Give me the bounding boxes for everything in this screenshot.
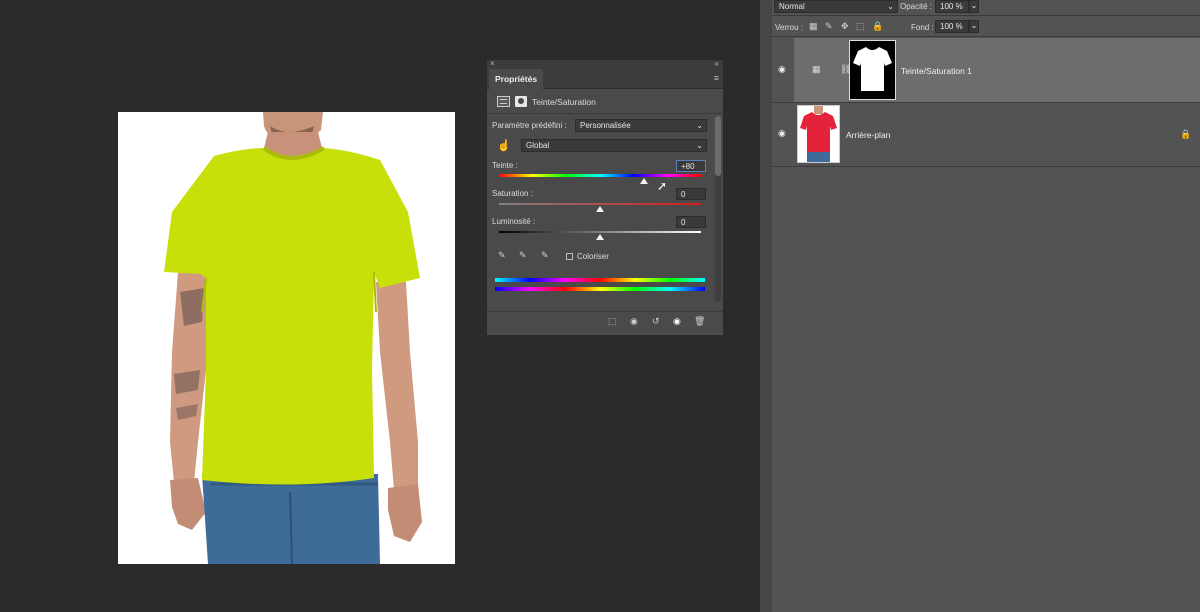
visibility-eye-icon[interactable]: ◉: [778, 64, 786, 75]
blend-mode-dropdown[interactable]: Normal ⌄: [774, 0, 898, 13]
colorize-label: Coloriser: [577, 252, 610, 261]
properties-panel: × « Propriétés ≡ Teinte/Saturation Param…: [486, 59, 724, 336]
preset-label: Paramètre prédéfini :: [492, 121, 567, 130]
adjustment-icon[interactable]: [497, 96, 510, 107]
visibility-eye-icon[interactable]: ◉: [778, 128, 786, 139]
layer-mask-thumbnail[interactable]: [849, 40, 896, 100]
blend-mode-value: Normal: [779, 2, 805, 11]
fill-label: Fond :: [911, 23, 934, 32]
saturation-slider-thumb[interactable]: [596, 206, 604, 212]
preset-dropdown[interactable]: Personnalisée ⌄: [575, 119, 707, 132]
red-tshirt-photo-thumbnail: [800, 106, 837, 162]
lock-position-icon[interactable]: ✥: [841, 21, 849, 32]
hue-value-input[interactable]: +80: [676, 160, 706, 172]
hue-label: Teinte :: [492, 161, 518, 170]
lock-label: Verrou :: [775, 23, 804, 32]
lock-icon: 🔒: [1180, 129, 1192, 139]
preset-value: Personnalisée: [580, 121, 631, 130]
layer-visibility-cell[interactable]: ◉: [772, 103, 794, 165]
lock-all-icon[interactable]: 🔒: [872, 21, 883, 32]
saturation-label: Saturation :: [492, 189, 533, 198]
divider: [772, 102, 1200, 103]
view-previous-icon[interactable]: ◉: [630, 316, 638, 327]
lightness-slider-thumb[interactable]: [596, 234, 604, 240]
scrollbar[interactable]: [715, 116, 721, 302]
layers-panel: Normal ⌄ Opacité : 100 % ⌄ Verrou : ▦ ✎ …: [772, 0, 1200, 612]
eyedropper-icon[interactable]: ✎: [498, 250, 506, 261]
mask-icon[interactable]: [515, 96, 527, 107]
hue-slider-track[interactable]: [499, 174, 701, 177]
adjustment-title: Teinte/Saturation: [532, 97, 596, 107]
opacity-label: Opacité :: [900, 2, 933, 11]
tshirt-mask-shape: [853, 47, 892, 91]
saturation-value-input[interactable]: 0: [676, 188, 706, 200]
saturation-slider-track[interactable]: [499, 203, 701, 205]
eyedropper-minus-icon[interactable]: ✎: [541, 250, 549, 261]
layer-name[interactable]: Teinte/Saturation 1: [901, 66, 972, 76]
panel-header-bar: × «: [487, 59, 723, 69]
lightness-slider-track[interactable]: [499, 231, 701, 233]
channel-dropdown[interactable]: Global ⌄: [521, 139, 707, 152]
lightness-value-input[interactable]: 0: [676, 216, 706, 228]
chevron-down-icon: ⌄: [696, 141, 703, 150]
divider: [772, 166, 1200, 167]
layer-visibility-cell[interactable]: ◉: [772, 38, 794, 102]
hue-slider-thumb[interactable]: [640, 178, 649, 184]
channel-value: Global: [526, 141, 550, 150]
chevron-down-icon: ⌄: [696, 121, 703, 130]
divider: [772, 36, 1200, 37]
chevron-down-icon: ⌄: [887, 2, 894, 11]
divider: [487, 113, 723, 114]
tshirt-photo: [164, 112, 422, 564]
clip-to-layer-icon[interactable]: ⬚: [608, 316, 617, 327]
lightness-label: Luminosité :: [492, 217, 536, 226]
panel-tab-bar: Propriétés ≡: [487, 69, 723, 89]
lock-artboard-icon[interactable]: ⬚: [856, 21, 865, 32]
fill-chevron-icon[interactable]: ⌄: [969, 20, 979, 33]
lock-transparent-icon[interactable]: ▦: [809, 21, 818, 32]
reset-icon[interactable]: ↺: [652, 316, 660, 327]
layer-name[interactable]: Arrière-plan: [846, 130, 890, 140]
close-icon[interactable]: ×: [490, 59, 495, 68]
lock-image-icon[interactable]: ✎: [825, 21, 833, 32]
opacity-chevron-icon[interactable]: ⌄: [969, 0, 979, 13]
output-hue-bar: [495, 287, 705, 291]
panel-menu-icon[interactable]: ≡: [714, 73, 719, 83]
opacity-input[interactable]: 100 %: [935, 0, 969, 13]
trash-icon[interactable]: 🗑: [694, 316, 705, 327]
mouse-cursor-icon: ➚: [657, 179, 668, 193]
colorize-checkbox[interactable]: [566, 253, 573, 260]
input-hue-bar: [495, 278, 705, 282]
panel-separator: [760, 0, 772, 612]
layer-thumbnail[interactable]: [797, 105, 840, 163]
eyedropper-plus-icon[interactable]: ✎: [519, 250, 527, 261]
visibility-eye-icon[interactable]: ◉: [673, 316, 681, 327]
hand-target-icon[interactable]: ☝: [497, 139, 511, 152]
divider: [487, 311, 723, 312]
fill-input[interactable]: 100 %: [935, 20, 969, 33]
canvas-document[interactable]: [118, 112, 455, 564]
adjustment-layer-icon: ▦: [812, 64, 821, 74]
divider: [772, 15, 1200, 16]
collapse-icon[interactable]: «: [715, 59, 719, 68]
tab-properties[interactable]: Propriétés: [489, 69, 544, 89]
